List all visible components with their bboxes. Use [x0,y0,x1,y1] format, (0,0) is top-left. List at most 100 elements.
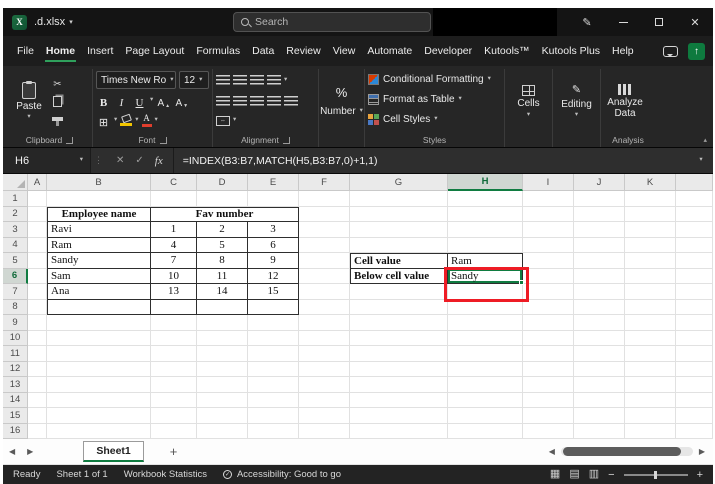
cell-C14[interactable] [151,393,197,409]
close-button[interactable]: ✕ [677,8,713,36]
cell-G9[interactable] [350,315,448,331]
cell-G10[interactable] [350,331,448,347]
font-color-button[interactable]: A [142,114,152,127]
cell-E8[interactable] [248,300,299,316]
cell-K10[interactable] [625,331,676,347]
cell-K2[interactable] [625,207,676,223]
cancel-entry-button[interactable]: ✕ [116,155,124,166]
cell-filler-row-11[interactable] [676,346,713,362]
cell-H9[interactable] [448,315,523,331]
cell-J15[interactable] [574,408,625,424]
cell-B7[interactable]: Ana [47,284,151,300]
expand-formula-bar-button[interactable]: ▾ [689,148,713,173]
cell-F15[interactable] [299,408,350,424]
cell-D14[interactable] [197,393,248,409]
orientation-chevron-icon[interactable]: ▾ [284,77,287,84]
cell-K4[interactable] [625,238,676,254]
bold-button[interactable]: B [96,93,111,109]
paste-button[interactable]: Paste ▾ [10,70,48,133]
cell-K15[interactable] [625,408,676,424]
cell-filler-row-8[interactable] [676,300,713,316]
row-header-7[interactable]: 7 [3,284,28,300]
cell-I1[interactable] [523,191,574,207]
cell-B5[interactable]: Sandy [47,253,151,269]
cell-filler-row-6[interactable] [676,269,713,285]
cell-F13[interactable] [299,377,350,393]
name-box[interactable]: H6▾ [3,148,91,173]
decrease-indent-button[interactable] [267,96,281,106]
alignment-dialog-launcher[interactable] [283,137,290,144]
cell-filler-row-3[interactable] [676,222,713,238]
cell-filler-row-4[interactable] [676,238,713,254]
cell-E10[interactable] [248,331,299,347]
menu-tab-formulas[interactable]: Formulas [190,36,246,66]
cell-F14[interactable] [299,393,350,409]
column-header-J[interactable]: J [574,174,625,191]
cell-J6[interactable] [574,269,625,285]
cell-K14[interactable] [625,393,676,409]
cell-I4[interactable] [523,238,574,254]
menu-tab-insert[interactable]: Insert [81,36,119,66]
cell-G16[interactable] [350,424,448,440]
cell-I15[interactable] [523,408,574,424]
cell-A15[interactable] [28,408,47,424]
cell-I11[interactable] [523,346,574,362]
cell-I2[interactable] [523,207,574,223]
cell-J2[interactable] [574,207,625,223]
formula-input[interactable]: =INDEX(B3:B7,MATCH(H5,B3:B7,0)+1,1) [174,148,689,173]
italic-button[interactable]: I [114,93,129,109]
next-sheet-arrow[interactable]: ▶ [21,447,39,456]
cell-I16[interactable] [523,424,574,440]
cell-K16[interactable] [625,424,676,440]
page-layout-view-button[interactable]: ▤ [569,469,579,480]
cell-F5[interactable] [299,253,350,269]
cell-filler-row-15[interactable] [676,408,713,424]
cell-A12[interactable] [28,362,47,378]
cell-J16[interactable] [574,424,625,440]
cut-button[interactable]: ✂ [52,78,63,92]
cell-J13[interactable] [574,377,625,393]
cell-I6[interactable] [523,269,574,285]
fill-color-button[interactable] [120,115,132,126]
cell-A3[interactable] [28,222,47,238]
menu-tab-page-layout[interactable]: Page Layout [119,36,190,66]
row-header-3[interactable]: 3 [3,222,28,238]
workbook-statistics-button[interactable]: Workbook Statistics [124,469,207,480]
cell-G3[interactable] [350,222,448,238]
cell-J14[interactable] [574,393,625,409]
row-header-8[interactable]: 8 [3,300,28,316]
cell-G5[interactable]: Cell value [350,253,448,269]
cell-B6[interactable]: Sam [47,269,151,285]
cell-E4[interactable]: 6 [248,238,299,254]
accessibility-status[interactable]: ✓Accessibility: Good to go [223,469,341,480]
cell-E11[interactable] [248,346,299,362]
cell-A14[interactable] [28,393,47,409]
column-header-partial[interactable] [676,174,713,191]
font-name-combo[interactable]: Times New Ro▾ [96,71,176,89]
cell-filler-row-9[interactable] [676,315,713,331]
orientation-button[interactable] [267,75,281,85]
cell-K7[interactable] [625,284,676,300]
cell-C4[interactable]: 4 [151,238,197,254]
cell-E13[interactable] [248,377,299,393]
cell-B9[interactable] [47,315,151,331]
previous-sheet-arrow[interactable]: ◀ [3,447,21,456]
middle-align-button[interactable] [233,75,247,85]
row-header-9[interactable]: 9 [3,315,28,331]
zoom-in-button[interactable]: + [697,469,703,481]
select-all-corner[interactable] [3,174,28,191]
cell-D4[interactable]: 5 [197,238,248,254]
cell-F6[interactable] [299,269,350,285]
cell-C2[interactable]: Fav number [151,207,299,223]
merge-center-chevron-icon[interactable]: ▾ [233,117,236,124]
decrease-font-size-button[interactable]: A▼ [174,93,189,109]
cell-C13[interactable] [151,377,197,393]
cell-B10[interactable] [47,331,151,347]
cell-C16[interactable] [151,424,197,440]
cell-I7[interactable] [523,284,574,300]
minimize-button[interactable] [605,8,641,36]
row-header-11[interactable]: 11 [3,346,28,362]
copy-button[interactable] [52,95,63,109]
cell-filler-row-7[interactable] [676,284,713,300]
cell-F8[interactable] [299,300,350,316]
